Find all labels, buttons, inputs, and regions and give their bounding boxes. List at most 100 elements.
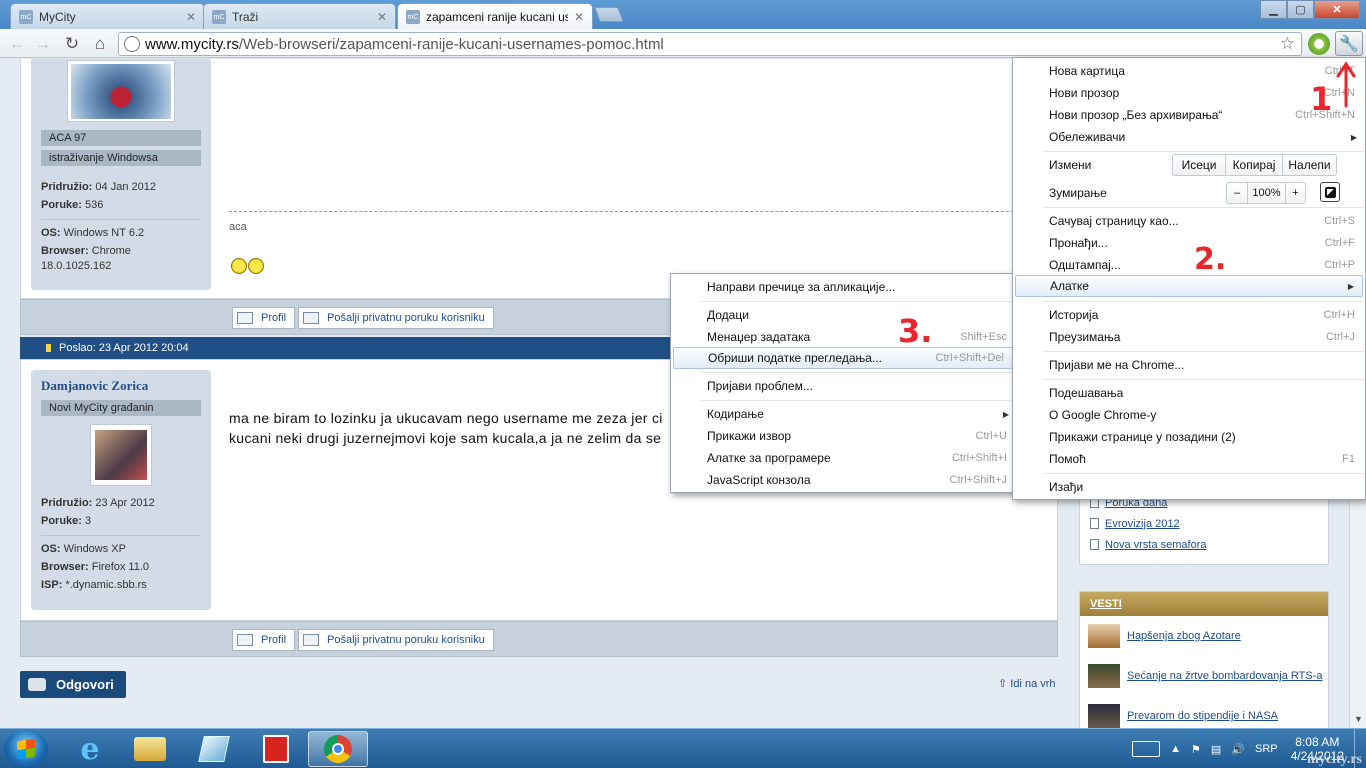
close-icon[interactable]: ✕ <box>186 10 196 24</box>
taskbar-chrome[interactable] <box>308 731 368 767</box>
tab-active[interactable]: mC zapamceni ranije kucani use ✕ <box>397 3 593 30</box>
os-value: Windows XP <box>63 543 126 555</box>
menu-item-new-tab[interactable]: Нова картица Ctrl+T <box>1013 60 1365 82</box>
pm-label: Pošalji privatnu poruku korisniku <box>327 312 485 324</box>
volume-icon[interactable]: 🔊 <box>1231 743 1245 756</box>
zoom-out-button[interactable]: – <box>1227 183 1247 203</box>
menu-item-history[interactable]: Историја Ctrl+H <box>1013 304 1365 326</box>
menu-item-task-manager[interactable]: Менаџер задатака Shift+Esc <box>671 326 1017 348</box>
menu-separator <box>1043 351 1363 352</box>
news-thumbnail <box>1088 664 1120 688</box>
menu-item-settings[interactable]: Подешавања <box>1013 382 1365 404</box>
private-message-button[interactable]: Pošalji privatnu poruku korisniku <box>298 307 494 329</box>
zoom-in-button[interactable]: + <box>1285 183 1305 203</box>
menu-item-background-pages[interactable]: Прикажи странице у позадини (2) <box>1013 426 1365 448</box>
isp-label: ISP: <box>41 579 63 591</box>
notepad-icon <box>198 736 230 762</box>
menu-item-find[interactable]: Пронађи... Ctrl+F <box>1013 232 1365 254</box>
smiley-icon <box>231 258 264 274</box>
home-button[interactable]: ⌂ <box>89 33 111 55</box>
menu-item-sign-in[interactable]: Пријави ме на Chrome... <box>1013 354 1365 376</box>
news-item[interactable]: Prevarom do stipendije i NASA <box>1080 696 1328 728</box>
profile-button[interactable]: Profil <box>232 307 296 329</box>
taskbar-acrobat[interactable] <box>246 731 306 767</box>
private-message-button[interactable]: Pošalji privatnu poruku korisniku <box>298 629 494 651</box>
shortcut-text: Ctrl+J <box>1325 331 1355 343</box>
profile-icon <box>237 634 253 646</box>
news-heading[interactable]: VESTI <box>1080 592 1328 616</box>
news-title: Sećanje na žrtve bombardovanja RTS-a <box>1127 670 1323 682</box>
minimize-button[interactable]: ▁ <box>1260 0 1287 19</box>
menu-item-create-shortcuts[interactable]: Направи пречице за апликације... <box>671 276 1017 298</box>
close-icon[interactable]: ✕ <box>574 10 584 24</box>
posts-row: Poruke: 3 <box>41 514 201 529</box>
close-icon[interactable]: ✕ <box>377 10 387 24</box>
start-button[interactable] <box>4 730 48 768</box>
username-link[interactable]: Damjanovic Zorica <box>41 378 201 394</box>
reply-button[interactable]: Odgovori <box>20 671 126 698</box>
menu-item-clear-browsing-data[interactable]: Обриши податке прегледања... Ctrl+Shift+D… <box>673 347 1015 369</box>
menu-item-bookmarks[interactable]: Обележивачи ▶ <box>1013 126 1365 148</box>
menu-item-view-source[interactable]: Прикажи извор Ctrl+U <box>671 425 1017 447</box>
reload-button[interactable]: ↻ <box>61 33 83 55</box>
extension-icon[interactable] <box>1308 33 1330 55</box>
sidebar-link[interactable]: Nova vrsta semafora <box>1080 534 1328 555</box>
network-icon[interactable]: ▤ <box>1211 743 1221 756</box>
taskbar-app3[interactable] <box>184 731 244 767</box>
cut-button[interactable]: Исеци <box>1173 155 1225 175</box>
fullscreen-button[interactable] <box>1320 182 1340 202</box>
profile-button[interactable]: Profil <box>232 629 296 651</box>
tab-title: MyCity <box>39 10 76 24</box>
joined-row: Pridružio: 04 Jan 2012 <box>41 180 201 195</box>
news-title: Prevarom do stipendije i NASA <box>1127 710 1279 722</box>
back-button[interactable]: ← <box>6 33 28 55</box>
divider <box>41 219 201 220</box>
posts-row: Poruke: 536 <box>41 198 201 213</box>
menu-item-about[interactable]: О Google Chrome-у <box>1013 404 1365 426</box>
menu-item-print[interactable]: Одштампај... Ctrl+P <box>1013 254 1365 276</box>
forward-button[interactable]: → <box>32 33 54 55</box>
tab-mycity[interactable]: mC MyCity ✕ <box>10 3 205 30</box>
back-to-top-link[interactable]: ⇧ Idi na vrh <box>998 677 1056 690</box>
menu-item-downloads[interactable]: Преузимања Ctrl+J <box>1013 326 1365 348</box>
sidebar-link[interactable]: Evrovizija 2012 <box>1080 513 1328 534</box>
user-panel: Damjanovic Zorica Novi MyCity građanin P… <box>31 370 211 610</box>
envelope-icon <box>303 312 319 324</box>
scroll-down-icon[interactable]: ▼ <box>1354 714 1363 724</box>
isp-row: ISP: *.dynamic.sbb.rs <box>41 578 201 593</box>
taskbar-ie[interactable]: e <box>60 731 120 767</box>
menu-item-report-issue[interactable]: Пријави проблем... <box>671 375 1017 397</box>
show-hidden-icons-icon[interactable]: ▲ <box>1170 743 1181 755</box>
wrench-menu-button[interactable]: 🔧 <box>1335 31 1363 56</box>
paste-button[interactable]: Налепи <box>1282 155 1336 175</box>
news-item[interactable]: Hapšenja zbog Azotare <box>1080 616 1328 656</box>
menu-item-label: Подешавања <box>1049 386 1124 400</box>
menu-item-encoding[interactable]: Кодирање ▶ <box>671 403 1017 425</box>
menu-item-tools[interactable]: Алатке ▶ <box>1015 275 1363 297</box>
shortcut-text: Ctrl+F <box>1324 237 1355 249</box>
menu-separator <box>1043 379 1363 380</box>
menu-item-extensions[interactable]: Додаци <box>671 304 1017 326</box>
language-indicator[interactable]: SRP <box>1255 743 1278 755</box>
envelope-icon <box>303 634 319 646</box>
menu-item-exit[interactable]: Изађи <box>1013 476 1365 498</box>
new-tab-button[interactable] <box>594 7 624 22</box>
close-window-button[interactable]: ✕ <box>1314 0 1360 19</box>
keyboard-icon[interactable] <box>1132 741 1161 757</box>
menu-item-label: Обриши податке прегледања... <box>708 351 882 365</box>
address-bar[interactable]: www.mycity.rs/Web-browseri/zapamceni-ran… <box>118 32 1302 56</box>
posts-label: Poruke: <box>41 199 82 211</box>
tab-trazi[interactable]: mC Traži ✕ <box>203 3 396 30</box>
menu-item-save-page[interactable]: Сачувај страницу као... Ctrl+S <box>1013 210 1365 232</box>
flag-icon[interactable]: ⚑ <box>1191 743 1201 756</box>
taskbar-explorer[interactable] <box>120 731 180 767</box>
joined-date: 04 Jan 2012 <box>95 181 156 193</box>
menu-item-developer-tools[interactable]: Алатке за програмере Ctrl+Shift+I <box>671 447 1017 469</box>
menu-item-javascript-console[interactable]: JavaScript конзола Ctrl+Shift+J <box>671 469 1017 491</box>
menu-item-label: Нови прозор „Без архивирања“ <box>1049 108 1223 122</box>
menu-item-help[interactable]: Помоћ F1 <box>1013 448 1365 470</box>
copy-button[interactable]: Копирај <box>1225 155 1282 175</box>
maximize-button[interactable]: ▢ <box>1287 0 1314 19</box>
bookmark-star-icon[interactable]: ☆ <box>1280 34 1295 54</box>
news-item[interactable]: Sećanje na žrtve bombardovanja RTS-a <box>1080 656 1328 696</box>
